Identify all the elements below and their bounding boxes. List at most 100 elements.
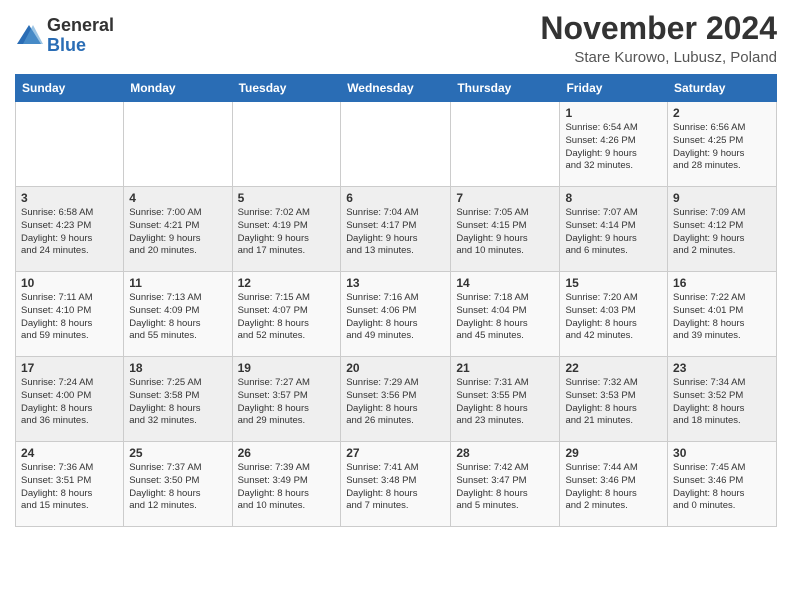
day-detail: Sunrise: 7:18 AM Sunset: 4:04 PM Dayligh… <box>456 292 554 343</box>
calendar-cell: 25 Sunrise: 7:37 AM Sunset: 3:50 PM Dayli… <box>124 442 232 527</box>
weekday-header: Wednesday <box>341 75 451 102</box>
day-detail: Sunrise: 7:41 AM Sunset: 3:48 PM Dayligh… <box>346 462 445 513</box>
calendar-cell: 24 Sunrise: 7:36 AM Sunset: 3:51 PM Dayli… <box>16 442 124 527</box>
day-detail: Sunrise: 7:24 AM Sunset: 4:00 PM Dayligh… <box>21 377 118 428</box>
weekday-header: Thursday <box>451 75 560 102</box>
day-detail: Sunrise: 7:27 AM Sunset: 3:57 PM Dayligh… <box>238 377 336 428</box>
day-number: 29 <box>565 446 662 460</box>
day-number: 3 <box>21 191 118 205</box>
day-detail: Sunrise: 7:05 AM Sunset: 4:15 PM Dayligh… <box>456 207 554 258</box>
calendar-cell: 12Sunrise: 7:15 AM Sunset: 4:07 PM Dayli… <box>232 272 341 357</box>
day-detail: Sunrise: 7:02 AM Sunset: 4:19 PM Dayligh… <box>238 207 336 258</box>
day-number: 19 <box>238 361 336 375</box>
day-detail: Sunrise: 7:25 AM Sunset: 3:58 PM Dayligh… <box>129 377 226 428</box>
calendar-week-row: 24 Sunrise: 7:36 AM Sunset: 3:51 PM Dayli… <box>16 442 777 527</box>
day-number: 28 <box>456 446 554 460</box>
calendar-cell <box>451 102 560 187</box>
day-detail: Sunrise: 7:07 AM Sunset: 4:14 PM Dayligh… <box>565 207 662 258</box>
day-detail: Sunrise: 7:00 AM Sunset: 4:21 PM Dayligh… <box>129 207 226 258</box>
day-number: 9 <box>673 191 771 205</box>
calendar-cell <box>232 102 341 187</box>
calendar-week-row: 17 Sunrise: 7:24 AM Sunset: 4:00 PM Dayli… <box>16 357 777 442</box>
calendar-cell: 16 Sunrise: 7:22 AM Sunset: 4:01 PM Dayli… <box>668 272 777 357</box>
weekday-header: Saturday <box>668 75 777 102</box>
calendar-week-row: 3 Sunrise: 6:58 AM Sunset: 4:23 PM Daylig… <box>16 187 777 272</box>
location: Stare Kurowo, Lubusz, Poland <box>540 49 777 66</box>
day-number: 23 <box>673 361 771 375</box>
day-number: 7 <box>456 191 554 205</box>
logo-general: General <box>47 16 114 36</box>
logo-icon <box>15 22 43 50</box>
day-detail: Sunrise: 6:58 AM Sunset: 4:23 PM Dayligh… <box>21 207 118 258</box>
day-number: 11 <box>129 276 226 290</box>
day-number: 4 <box>129 191 226 205</box>
calendar-cell: 4 Sunrise: 7:00 AM Sunset: 4:21 PM Daylig… <box>124 187 232 272</box>
calendar-cell: 2 Sunrise: 6:56 AM Sunset: 4:25 PM Daylig… <box>668 102 777 187</box>
day-number: 13 <box>346 276 445 290</box>
day-number: 20 <box>346 361 445 375</box>
day-detail: Sunrise: 7:15 AM Sunset: 4:07 PM Dayligh… <box>238 292 336 343</box>
day-detail: Sunrise: 7:16 AM Sunset: 4:06 PM Dayligh… <box>346 292 445 343</box>
day-number: 22 <box>565 361 662 375</box>
day-detail: Sunrise: 6:54 AM Sunset: 4:26 PM Dayligh… <box>565 122 662 173</box>
calendar-week-row: 10 Sunrise: 7:11 AM Sunset: 4:10 PM Dayli… <box>16 272 777 357</box>
day-detail: Sunrise: 7:29 AM Sunset: 3:56 PM Dayligh… <box>346 377 445 428</box>
day-detail: Sunrise: 7:13 AM Sunset: 4:09 PM Dayligh… <box>129 292 226 343</box>
calendar-body: 1 Sunrise: 6:54 AM Sunset: 4:26 PM Daylig… <box>16 102 777 527</box>
day-detail: Sunrise: 7:34 AM Sunset: 3:52 PM Dayligh… <box>673 377 771 428</box>
calendar-cell: 18Sunrise: 7:25 AM Sunset: 3:58 PM Dayli… <box>124 357 232 442</box>
logo-text: General Blue <box>47 16 114 56</box>
calendar-cell: 5 Sunrise: 7:02 AM Sunset: 4:19 PM Daylig… <box>232 187 341 272</box>
day-number: 21 <box>456 361 554 375</box>
day-number: 25 <box>129 446 226 460</box>
calendar-cell: 11 Sunrise: 7:13 AM Sunset: 4:09 PM Dayli… <box>124 272 232 357</box>
day-number: 1 <box>565 106 662 120</box>
title-block: November 2024 Stare Kurowo, Lubusz, Pola… <box>540 10 777 66</box>
logo-blue: Blue <box>47 36 114 56</box>
header-row: SundayMondayTuesdayWednesdayThursdayFrid… <box>16 75 777 102</box>
day-number: 15 <box>565 276 662 290</box>
calendar-cell: 7 Sunrise: 7:05 AM Sunset: 4:15 PM Daylig… <box>451 187 560 272</box>
page-header: General Blue November 2024 Stare Kurowo,… <box>15 10 777 66</box>
calendar-cell: 1 Sunrise: 6:54 AM Sunset: 4:26 PM Daylig… <box>560 102 668 187</box>
calendar-week-row: 1 Sunrise: 6:54 AM Sunset: 4:26 PM Daylig… <box>16 102 777 187</box>
calendar-cell: 29 Sunrise: 7:44 AM Sunset: 3:46 PM Dayli… <box>560 442 668 527</box>
day-number: 8 <box>565 191 662 205</box>
calendar-cell: 27 Sunrise: 7:41 AM Sunset: 3:48 PM Dayli… <box>341 442 451 527</box>
calendar-cell <box>16 102 124 187</box>
day-detail: Sunrise: 7:22 AM Sunset: 4:01 PM Dayligh… <box>673 292 771 343</box>
day-detail: Sunrise: 7:39 AM Sunset: 3:49 PM Dayligh… <box>238 462 336 513</box>
day-detail: Sunrise: 7:09 AM Sunset: 4:12 PM Dayligh… <box>673 207 771 258</box>
calendar-cell: 21 Sunrise: 7:31 AM Sunset: 3:55 PM Dayli… <box>451 357 560 442</box>
logo: General Blue <box>15 16 114 56</box>
day-detail: Sunrise: 7:11 AM Sunset: 4:10 PM Dayligh… <box>21 292 118 343</box>
day-number: 24 <box>21 446 118 460</box>
calendar-cell: 6Sunrise: 7:04 AM Sunset: 4:17 PM Daylig… <box>341 187 451 272</box>
day-detail: Sunrise: 7:45 AM Sunset: 3:46 PM Dayligh… <box>673 462 771 513</box>
calendar-cell: 17 Sunrise: 7:24 AM Sunset: 4:00 PM Dayli… <box>16 357 124 442</box>
calendar-cell: 28 Sunrise: 7:42 AM Sunset: 3:47 PM Dayli… <box>451 442 560 527</box>
calendar-cell: 26 Sunrise: 7:39 AM Sunset: 3:49 PM Dayli… <box>232 442 341 527</box>
month-title: November 2024 <box>540 10 777 47</box>
day-number: 2 <box>673 106 771 120</box>
day-detail: Sunrise: 7:31 AM Sunset: 3:55 PM Dayligh… <box>456 377 554 428</box>
day-detail: Sunrise: 7:32 AM Sunset: 3:53 PM Dayligh… <box>565 377 662 428</box>
calendar-cell: 22 Sunrise: 7:32 AM Sunset: 3:53 PM Dayli… <box>560 357 668 442</box>
day-detail: Sunrise: 6:56 AM Sunset: 4:25 PM Dayligh… <box>673 122 771 173</box>
day-number: 26 <box>238 446 336 460</box>
day-number: 10 <box>21 276 118 290</box>
day-detail: Sunrise: 7:44 AM Sunset: 3:46 PM Dayligh… <box>565 462 662 513</box>
calendar-cell: 10 Sunrise: 7:11 AM Sunset: 4:10 PM Dayli… <box>16 272 124 357</box>
calendar-cell: 13 Sunrise: 7:16 AM Sunset: 4:06 PM Dayli… <box>341 272 451 357</box>
calendar-cell: 20 Sunrise: 7:29 AM Sunset: 3:56 PM Dayli… <box>341 357 451 442</box>
day-number: 5 <box>238 191 336 205</box>
day-number: 16 <box>673 276 771 290</box>
day-detail: Sunrise: 7:36 AM Sunset: 3:51 PM Dayligh… <box>21 462 118 513</box>
day-number: 30 <box>673 446 771 460</box>
calendar-table: SundayMondayTuesdayWednesdayThursdayFrid… <box>15 74 777 527</box>
day-number: 17 <box>21 361 118 375</box>
day-detail: Sunrise: 7:42 AM Sunset: 3:47 PM Dayligh… <box>456 462 554 513</box>
calendar-cell <box>341 102 451 187</box>
day-number: 27 <box>346 446 445 460</box>
day-detail: Sunrise: 7:37 AM Sunset: 3:50 PM Dayligh… <box>129 462 226 513</box>
